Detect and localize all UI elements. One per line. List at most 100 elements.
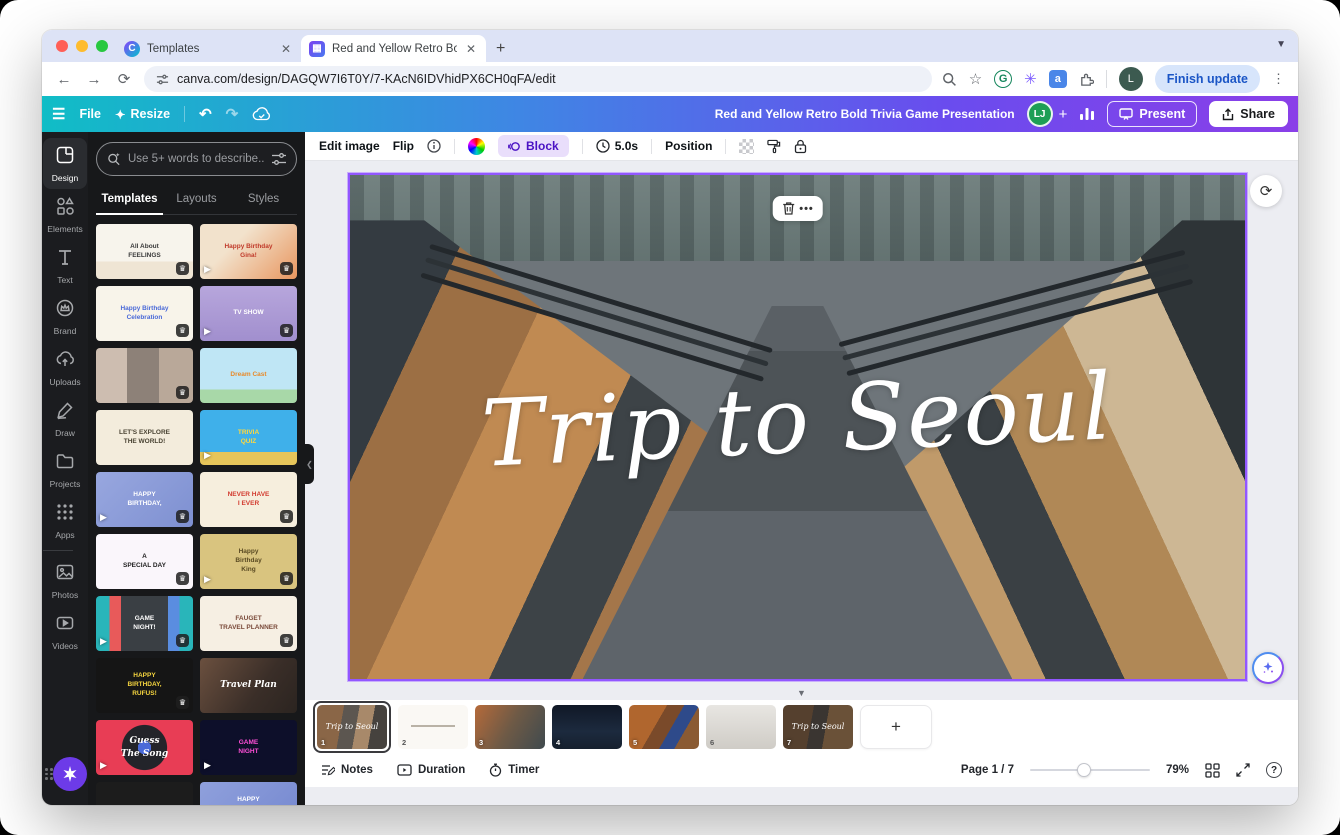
help-icon[interactable]: ? (1266, 762, 1282, 778)
extension-star-icon[interactable]: ✳ (1024, 70, 1037, 88)
zoom-slider[interactable] (1029, 763, 1150, 777)
collapse-filmstrip-chevron[interactable]: ▼ (797, 688, 806, 698)
template-thumbnail[interactable]: NEVER HAVE I EVER ♛ (200, 472, 297, 527)
redo-icon[interactable]: ↷ (226, 105, 239, 123)
tab-templates[interactable]: Templates (96, 186, 163, 215)
template-thumbnail[interactable]: Guess The Song ▶ (96, 720, 193, 775)
undo-icon[interactable]: ↶ (199, 105, 212, 123)
template-thumbnail[interactable]: Travel Plan (200, 658, 297, 713)
translate-extension-icon[interactable]: a (1048, 70, 1067, 88)
position-button[interactable]: Position (665, 139, 712, 153)
template-thumbnail[interactable]: Dream Cast (200, 348, 297, 403)
drag-handle-icon[interactable] (45, 768, 53, 780)
present-button[interactable]: Present (1107, 101, 1198, 127)
template-thumbnail[interactable]: TRIVIA QUIZ ▶ (200, 410, 297, 465)
resize-button[interactable]: ✦ Resize (115, 107, 170, 122)
finish-update-button[interactable]: Finish update (1154, 65, 1260, 93)
close-window-button[interactable] (56, 40, 68, 52)
template-thumbnail[interactable]: HAPPY BIRTHDAY, RUFUS! ♛ (96, 658, 193, 713)
page-thumbnail-1[interactable]: Trip to Seoul 1 (317, 704, 387, 749)
search-icon[interactable] (942, 72, 957, 87)
cloud-saved-icon[interactable] (252, 106, 272, 122)
add-page-button[interactable]: + (860, 704, 932, 749)
page-thumbnail-7[interactable]: Trip to Seoul 7 (783, 704, 853, 749)
browser-profile-avatar[interactable]: L (1118, 67, 1143, 91)
collaborator-avatar[interactable]: LJ (1026, 101, 1053, 127)
page-thumbnail-5[interactable]: 5 (629, 704, 699, 749)
fullscreen-icon[interactable] (1236, 763, 1250, 777)
paint-roller-icon[interactable] (767, 139, 781, 154)
template-thumbnail[interactable]: All About FEELINGS ♛ (96, 224, 193, 279)
sidebar-item-videos[interactable]: Videos (43, 606, 87, 657)
animate-button[interactable]: Block (498, 135, 569, 157)
sidebar-item-draw[interactable]: Draw (43, 393, 87, 444)
flip-button[interactable]: Flip (393, 139, 414, 153)
page-thumbnail-6[interactable]: 6 (706, 704, 776, 749)
home-menu-icon[interactable]: ☰ (52, 105, 65, 123)
edit-image-button[interactable]: Edit image (319, 139, 380, 153)
new-tab-button[interactable]: + (486, 40, 515, 62)
tab-styles[interactable]: Styles (230, 186, 297, 215)
grid-view-icon[interactable] (1205, 762, 1220, 778)
template-thumbnail[interactable]: Happy Birthday Gina! ▶ ♛ (200, 224, 297, 279)
template-thumbnail[interactable]: A SPECIAL DAY ♛ (96, 534, 193, 589)
template-thumbnail[interactable]: LET'S EXPLORE THE WORLD! (96, 410, 193, 465)
sidebar-item-photos[interactable]: Photos (43, 555, 87, 606)
transparency-icon[interactable] (739, 138, 755, 154)
address-field[interactable]: canva.com/design/DAGQW7I6T0Y/7-KAcN6IDVh… (144, 66, 932, 92)
template-thumbnail[interactable]: Happy Birthday King ▶ ♛ (200, 534, 297, 589)
magic-assistant-button[interactable] (53, 757, 87, 791)
template-thumbnail[interactable]: TV SHOW ▶ ♛ (200, 286, 297, 341)
info-icon[interactable] (427, 139, 441, 153)
tab-search-chevron-icon[interactable]: ▼ (1276, 39, 1286, 50)
timer-button[interactable]: Timer (489, 763, 539, 777)
zoom-level[interactable]: 79% (1166, 764, 1189, 776)
document-title[interactable]: Red and Yellow Retro Bold Trivia Game Pr… (715, 107, 1015, 121)
sidebar-item-apps[interactable]: Apps (43, 495, 87, 546)
color-picker-icon[interactable] (468, 137, 486, 155)
filter-icon[interactable] (272, 153, 286, 165)
browser-menu-icon[interactable]: ⋮ (1272, 71, 1286, 87)
sidebar-item-brand[interactable]: Brand (43, 291, 87, 342)
share-button[interactable]: Share (1209, 101, 1288, 127)
page-thumbnail-3[interactable]: 3 (475, 704, 545, 749)
file-menu[interactable]: File (79, 107, 101, 121)
template-thumbnail[interactable]: HAPPY BIRTHDAY, Brian!▶♛ (200, 782, 297, 805)
minimize-window-button[interactable] (76, 40, 88, 52)
zoom-slider-knob[interactable] (1076, 763, 1091, 777)
template-thumbnail[interactable]: FAUGET TRAVEL PLANNER ♛ (200, 596, 297, 651)
maximize-window-button[interactable] (96, 40, 108, 52)
duration-button[interactable]: 5.0s (596, 139, 638, 153)
forward-icon[interactable]: → (84, 71, 104, 88)
sidebar-item-projects[interactable]: Projects (43, 444, 87, 495)
lock-icon[interactable] (794, 139, 807, 154)
template-search-input[interactable]: Use 5+ words to describe... (96, 142, 297, 176)
tab-templates[interactable]: C Templates ✕ (116, 35, 301, 62)
close-tab-icon[interactable]: ✕ (279, 42, 293, 56)
insights-icon[interactable] (1079, 107, 1095, 121)
sidebar-item-elements[interactable]: Elements (43, 189, 87, 240)
bookmark-star-icon[interactable]: ☆ (969, 70, 982, 88)
tab-design[interactable]: ▦ Red and Yellow Retro Bold Tri ✕ (301, 35, 486, 62)
template-thumbnail[interactable]: GAME NIGHT! ▶ ♛ (96, 596, 193, 651)
close-tab-icon[interactable]: ✕ (464, 42, 478, 56)
trash-icon[interactable] (781, 201, 795, 216)
template-thumbnail[interactable]: GAME NIGHT ▶ (200, 720, 297, 775)
sidebar-item-text[interactable]: Text (43, 240, 87, 291)
page-thumbnail-2[interactable]: 2 (398, 704, 468, 749)
magic-edit-button[interactable] (1252, 652, 1284, 684)
template-thumbnail[interactable]: ♛ (96, 348, 193, 403)
regenerate-button[interactable]: ⟳ (1250, 175, 1282, 207)
back-icon[interactable]: ← (54, 71, 74, 88)
sidebar-item-uploads[interactable]: Uploads (43, 342, 87, 393)
sidebar-item-design[interactable]: Design (43, 138, 87, 189)
tab-layouts[interactable]: Layouts (163, 186, 230, 215)
notes-button[interactable]: Notes (321, 764, 373, 777)
more-options-icon[interactable]: ••• (799, 203, 814, 215)
add-member-icon[interactable]: + (1059, 106, 1068, 123)
site-settings-icon[interactable] (156, 73, 169, 86)
slide-canvas[interactable]: Trip to Seoul ••• (347, 172, 1248, 682)
page-thumbnail-4[interactable]: 4 (552, 704, 622, 749)
reload-icon[interactable]: ⟳ (114, 70, 134, 88)
template-thumbnail[interactable]: PORTFOLIO♛ (96, 782, 193, 805)
